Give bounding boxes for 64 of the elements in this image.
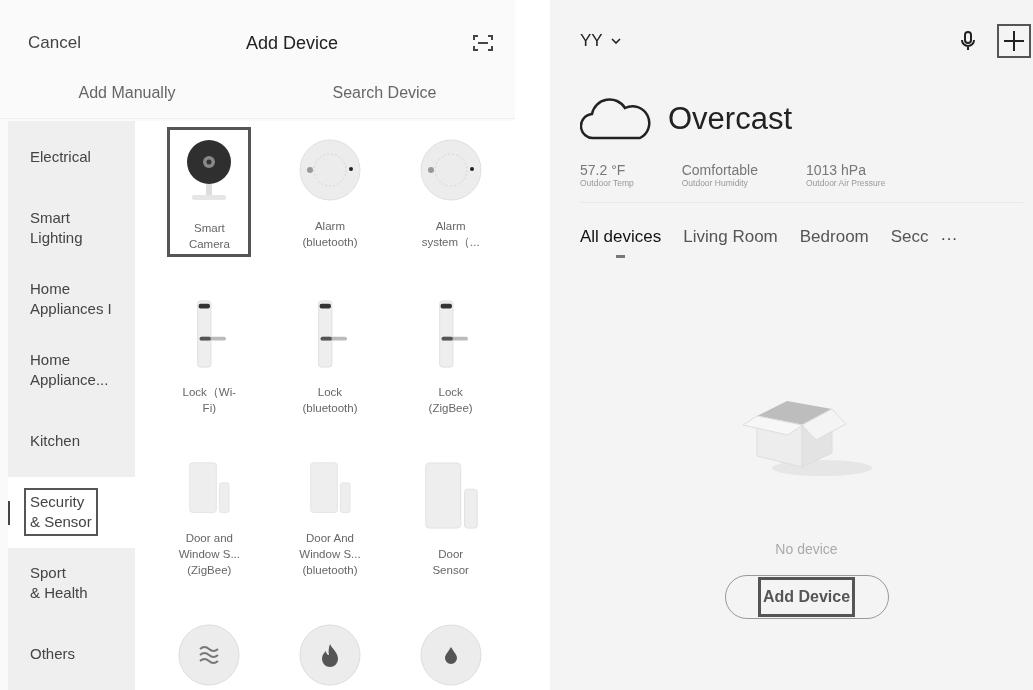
category-label: Security & Sensor: [24, 488, 98, 537]
flame-sensor-icon: [299, 624, 361, 686]
door-sensor-icon: [422, 462, 479, 530]
device-tile[interactable]: Alarm (bluetooth): [288, 127, 372, 257]
device-label: Door And Window S... (bluetooth): [299, 531, 361, 578]
tab[interactable]: Search Device: [332, 84, 437, 102]
more-button[interactable]: ···: [940, 228, 958, 257]
stat-label: Outdoor Air Pressure: [806, 178, 886, 188]
category-item[interactable]: Kitchen: [8, 405, 135, 477]
device-tile[interactable]: Smart Camera: [167, 127, 252, 257]
category-label: Others: [29, 644, 76, 665]
category-item[interactable]: Security & Sensor: [8, 476, 135, 548]
category-item[interactable]: Sport & Health: [8, 547, 135, 619]
category-label: Kitchen: [29, 431, 82, 452]
smoke-detector-icon: [298, 138, 362, 202]
device-label: Alarm (bluetooth): [302, 219, 358, 250]
category-item[interactable]: Electrical: [8, 121, 135, 193]
device-tile[interactable]: Door And Window S... (bluetooth): [288, 451, 372, 581]
device-tile[interactable]: Lock (ZigBee): [408, 289, 493, 419]
device-tile[interactable]: Lock（Wi- Fi): [167, 289, 252, 419]
category-label: Smart Lighting: [29, 207, 84, 248]
water-drop-sensor-icon: [419, 624, 482, 686]
cancel-button[interactable]: Cancel: [28, 33, 81, 53]
tab[interactable]: Add Manually: [78, 84, 176, 102]
device-tile[interactable]: Door and Window S... (ZigBee): [167, 451, 252, 581]
device-tile[interactable]: Alarm system（...: [408, 127, 493, 257]
stat-value: 1013 hPa: [806, 162, 867, 178]
smoke-detector-icon: [418, 138, 483, 202]
category-item[interactable]: Smart Lighting: [8, 192, 135, 264]
stat-value: 57.2 °F: [580, 162, 627, 178]
waves-sensor-icon: [178, 624, 241, 686]
device-label: Door Sensor: [432, 547, 469, 578]
home-selector[interactable]: YY: [580, 31, 603, 51]
category-item[interactable]: Home Appliances I: [8, 263, 135, 335]
stat-label: Outdoor Temp: [580, 178, 634, 188]
add-button[interactable]: [997, 24, 1031, 58]
microphone-icon[interactable]: [961, 31, 975, 51]
category-label: Sport & Health: [29, 563, 89, 604]
scan-icon[interactable]: [473, 34, 493, 52]
room-tab[interactable]: All devices: [580, 227, 662, 258]
screen-title: Add Device: [245, 32, 338, 54]
category-item[interactable]: Others: [8, 618, 135, 690]
device-label: Lock（Wi- Fi): [182, 385, 237, 416]
device-label: Lock (bluetooth): [302, 385, 358, 416]
device-label: Alarm system（...: [421, 219, 480, 250]
cloud-icon: [580, 98, 652, 140]
weather-condition: Overcast: [668, 101, 793, 137]
device-tile[interactable]: Lock (bluetooth): [288, 289, 372, 419]
device-label: Door and Window S... (ZigBee): [178, 531, 240, 578]
device-tile[interactable]: Door Sensor: [408, 451, 493, 581]
category-label: Home Appliance...: [29, 349, 110, 390]
room-tab[interactable]: Bedroom: [799, 227, 869, 258]
device-label: Smart Camera: [188, 221, 230, 252]
category-label: Home Appliances I: [29, 278, 113, 319]
room-tab[interactable]: Secc: [890, 227, 929, 258]
plus-icon: [1003, 30, 1025, 52]
category-label: Electrical: [29, 146, 92, 167]
chevron-down-icon[interactable]: [610, 38, 621, 44]
stat-label: Outdoor Humidity: [681, 178, 749, 188]
category-item[interactable]: Home Appliance...: [8, 334, 135, 406]
room-tab[interactable]: Living Room: [683, 227, 778, 258]
empty-message: No device: [775, 541, 838, 557]
device-label: Lock (ZigBee): [428, 385, 473, 416]
stat-value: Comfortable: [681, 162, 758, 178]
